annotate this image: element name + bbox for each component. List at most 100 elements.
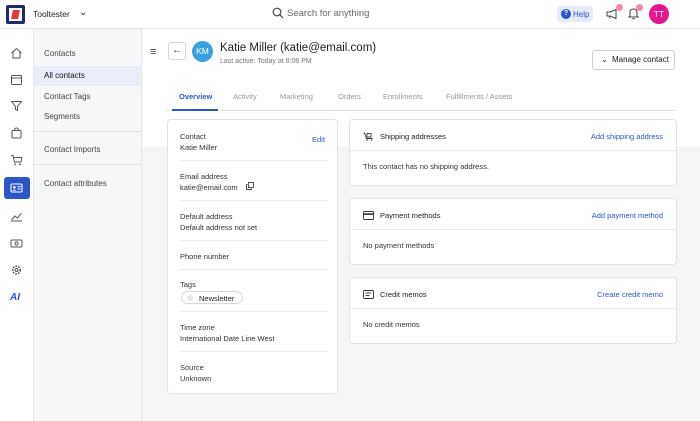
- contact-details-card: Contact Edit Katie Miller Email address …: [167, 119, 338, 394]
- credit-memos-card: Credit memos Create credit memo No credi…: [349, 277, 677, 344]
- gear-icon: [11, 265, 22, 275]
- email-value: katie@email.com: [180, 183, 238, 192]
- contact-avatar: KM: [192, 41, 213, 62]
- tags-label: Tags: [180, 280, 196, 289]
- payment-title: Payment methods: [380, 211, 441, 220]
- tab-orders[interactable]: Orders: [338, 92, 361, 101]
- arrow-left-icon: ←: [172, 45, 182, 56]
- rail-settings[interactable]: [0, 259, 34, 281]
- divider: [180, 160, 327, 161]
- active-tab-indicator: [172, 109, 218, 111]
- credit-memos-empty-text: No credit memos: [363, 320, 420, 329]
- subnav-item-contact-attributes[interactable]: Contact attributes: [34, 174, 141, 194]
- rail-sales[interactable]: [0, 149, 34, 171]
- rail-contacts[interactable]: [4, 177, 30, 199]
- divider: [34, 164, 141, 165]
- timezone-label: Time zone: [180, 323, 215, 332]
- rail-funnel[interactable]: [0, 95, 34, 117]
- tab-overview[interactable]: Overview: [179, 92, 212, 101]
- source-label: Source: [180, 363, 204, 372]
- analytics-icon: [11, 212, 22, 222]
- timezone-value: International Date Line West: [180, 334, 275, 343]
- manage-contact-button[interactable]: ⌄ Manage contact: [592, 50, 675, 70]
- credit-memos-title: Credit memos: [380, 290, 427, 299]
- shipping-addresses-card: Shipping addresses Add shipping address …: [349, 119, 677, 186]
- shipping-title: Shipping addresses: [380, 132, 446, 141]
- subnav-item-contact-tags[interactable]: Contact Tags: [34, 87, 141, 107]
- rail-ai[interactable]: AI: [0, 288, 34, 310]
- money-icon: [10, 239, 23, 248]
- workspace-name[interactable]: Tooltester: [33, 9, 70, 19]
- icon-rail: AI: [0, 29, 34, 421]
- email-label: Email address: [180, 172, 228, 181]
- divider: [34, 131, 141, 132]
- create-credit-memo-link[interactable]: Create credit memo: [597, 290, 663, 299]
- credit-card-icon: [363, 211, 374, 220]
- contact-card-icon: [10, 183, 23, 193]
- tab-enrollments[interactable]: Enrollments: [383, 92, 423, 101]
- address-label: Default address: [180, 212, 233, 221]
- divider: [350, 150, 676, 151]
- rail-payments[interactable]: [0, 232, 34, 254]
- back-button[interactable]: ←: [168, 42, 186, 60]
- user-avatar[interactable]: TT: [649, 4, 669, 24]
- divider: [180, 240, 327, 241]
- cart-icon: [11, 155, 23, 166]
- bag-icon: [11, 127, 22, 139]
- divider: [180, 311, 327, 312]
- divider: [350, 229, 676, 230]
- phone-label: Phone number: [180, 252, 230, 261]
- add-shipping-address-link[interactable]: Add shipping address: [591, 132, 663, 141]
- manage-contact-label: Manage contact: [612, 55, 669, 64]
- edit-link[interactable]: Edit: [312, 135, 325, 144]
- rail-analytics[interactable]: [0, 205, 34, 227]
- tag-label: Newsletter: [199, 294, 235, 303]
- subnav-item-all-contacts[interactable]: All contacts: [34, 66, 141, 86]
- payment-empty-text: No payment methods: [363, 241, 435, 250]
- window-icon: [11, 75, 22, 85]
- tag-newsletter[interactable]: Newsletter: [181, 291, 243, 304]
- divider: [180, 200, 327, 201]
- app-logo[interactable]: [6, 5, 25, 24]
- home-icon: [11, 47, 22, 59]
- top-bar: Tooltester ⌄ Search for anything ? Help …: [0, 0, 700, 29]
- chevron-down-icon: ⌄: [601, 55, 608, 64]
- menu-icon[interactable]: ≡: [150, 46, 156, 58]
- source-value: Unknown: [180, 374, 212, 383]
- address-value: Default address not set: [180, 223, 258, 232]
- divider: [180, 351, 327, 352]
- notification-dot: [636, 4, 643, 11]
- last-active-text: Last active: Today at 8:06 PM: [220, 58, 312, 65]
- tab-marketing[interactable]: Marketing: [280, 92, 313, 101]
- copy-icon[interactable]: [246, 182, 254, 190]
- funnel-icon: [10, 101, 23, 112]
- tab-fulfillments-assets[interactable]: Fulfillments / Assets: [446, 92, 512, 101]
- truck-icon: [363, 132, 373, 141]
- subnav-item-contacts[interactable]: Contacts: [34, 44, 141, 64]
- rail-home[interactable]: [0, 42, 34, 64]
- tag-dot: [187, 295, 193, 301]
- contact-value: Katie Miller: [180, 143, 218, 152]
- shipping-empty-text: This contact has no shipping address.: [363, 162, 489, 171]
- chevron-down-icon[interactable]: ⌄: [79, 7, 87, 18]
- add-payment-method-link[interactable]: Add payment method: [592, 211, 663, 220]
- help-label: Help: [573, 10, 590, 19]
- contact-tabs: Overview Activity Marketing Orders Enrol…: [166, 85, 676, 111]
- help-button[interactable]: ? Help: [557, 6, 593, 22]
- subnav-item-segments[interactable]: Segments: [34, 107, 141, 127]
- main-content: ≡ ← KM Katie Miller (katie@email.com) La…: [142, 29, 700, 421]
- tab-activity[interactable]: Activity: [233, 92, 257, 101]
- ai-icon: AI: [10, 292, 20, 303]
- subnav-item-contact-imports[interactable]: Contact Imports: [34, 140, 141, 160]
- divider: [180, 269, 327, 270]
- notification-dot: [616, 4, 623, 11]
- search-icon: [272, 7, 284, 19]
- rail-products[interactable]: [0, 122, 34, 144]
- payment-methods-card: Payment methods Add payment method No pa…: [349, 198, 677, 265]
- page-title: Katie Miller (katie@email.com): [220, 42, 377, 54]
- search-input[interactable]: Search for anything: [287, 8, 369, 19]
- memo-icon: [363, 290, 374, 299]
- contacts-subnav: Contacts All contacts Contact Tags Segme…: [34, 29, 142, 421]
- rail-browser[interactable]: [0, 69, 34, 91]
- contact-label: Contact: [180, 132, 206, 141]
